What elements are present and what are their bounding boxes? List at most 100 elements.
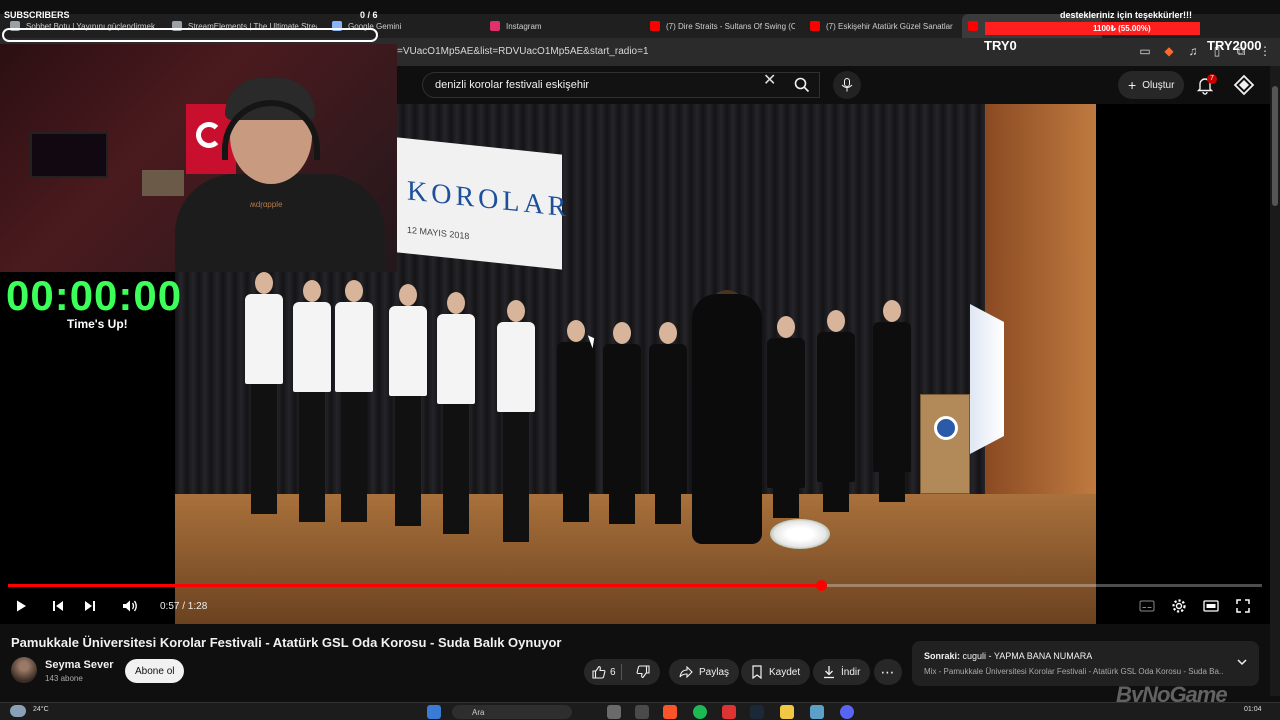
url-text[interactable]: =VUacO1Mp5AE&list=RDVUacO1Mp5AE&start_ra…: [397, 46, 649, 57]
singer-body: [603, 344, 641, 494]
chevron-down-icon: [1237, 659, 1247, 666]
windows-start-icon[interactable]: [427, 705, 441, 719]
singer-legs: [341, 392, 367, 522]
singer-head: [777, 316, 795, 338]
channel-name[interactable]: Seyma Sever: [45, 659, 114, 671]
donation-goal-value: 1100₺ (55.00%): [1093, 24, 1151, 33]
dislike-button[interactable]: [636, 665, 650, 684]
save-button[interactable]: Kaydet: [741, 659, 811, 685]
app-icon[interactable]: [722, 705, 736, 719]
brave-browser-icon[interactable]: [663, 705, 677, 719]
weather-temperature[interactable]: 24°C: [33, 706, 49, 713]
up-next-card[interactable]: Sonraki: cuguli - YAPMA BANA NUMARA Mix …: [912, 641, 1259, 686]
singer-legs: [395, 396, 421, 526]
more-actions-button[interactable]: ⋯: [874, 659, 902, 685]
share-label: Paylaş: [699, 666, 730, 678]
progress-bar[interactable]: [8, 580, 1262, 591]
singer-head: [399, 284, 417, 306]
tab-label: (7) Eskişehir Atatürk Güzel Sanatlar: [826, 21, 953, 31]
singer-body: [389, 306, 427, 396]
settings-button[interactable]: [1170, 597, 1188, 615]
singer-head: [507, 300, 525, 322]
instagram-icon: [490, 21, 500, 31]
save-label: Kaydet: [769, 666, 801, 678]
app-icon[interactable]: [810, 705, 824, 719]
singer-head: [255, 272, 273, 294]
like-button[interactable]: 6: [592, 665, 616, 679]
share-button[interactable]: Paylaş: [669, 659, 740, 685]
scrollbar-thumb[interactable]: [1272, 86, 1278, 206]
discord-icon[interactable]: [840, 705, 854, 719]
plus-icon: +: [1128, 77, 1137, 93]
background-monitor: [30, 132, 108, 178]
singer-legs: [503, 412, 529, 542]
singer-head: [883, 300, 901, 322]
screen: Sohbet Botu | Yayınını güçlendirmek Stre…: [0, 0, 1280, 720]
windows-taskbar: 24°C Ara 01:04: [0, 702, 1280, 720]
up-next-playlist: Mix - Pamukkale Üniversitesi Korolar Fes…: [924, 667, 1224, 676]
singer-head: [303, 280, 321, 302]
miniplayer-icon: [1203, 600, 1219, 612]
volume-button[interactable]: [121, 597, 139, 615]
fullscreen-button[interactable]: [1234, 597, 1252, 615]
search-icon: [794, 77, 810, 93]
singer-body: [437, 314, 475, 404]
taskbar-search[interactable]: Ara: [452, 705, 572, 719]
file-explorer-icon[interactable]: [780, 705, 794, 719]
browser-tab[interactable]: (7) Eskişehir Atatürk Güzel Sanatlar: [810, 14, 955, 38]
task-view-icon[interactable]: [607, 705, 621, 719]
page-scrollbar[interactable]: [1270, 66, 1280, 696]
video-title: Pamukkale Üniversitesi Korolar Festivali…: [11, 635, 562, 650]
spotify-icon[interactable]: [693, 705, 707, 719]
steam-icon[interactable]: [750, 705, 764, 719]
subscribers-goal-count: 0 / 6: [360, 10, 378, 20]
singer-head: [345, 280, 363, 302]
browser-tab[interactable]: (7) Dire Straits - Sultans Of Swing (C: [650, 14, 795, 38]
miniplayer-button[interactable]: [1202, 597, 1220, 615]
singer-head: [447, 292, 465, 314]
play-icon: [17, 600, 26, 612]
play-button[interactable]: [12, 597, 30, 615]
expand-button[interactable]: [1235, 655, 1249, 669]
flower-arrangement: [770, 519, 830, 549]
search-button[interactable]: [784, 72, 820, 98]
up-next-prefix: Sonraki:: [924, 651, 961, 661]
clear-search-icon[interactable]: ✕: [763, 70, 776, 90]
subscribers-goal-label: SUBSCRIBERS: [4, 10, 70, 20]
hoodie-text: ɘlqqɒɿbʍ: [250, 200, 283, 209]
singer-body: [767, 338, 805, 488]
next-button[interactable]: [81, 597, 99, 615]
youtube-icon: [650, 21, 660, 31]
channel-avatar[interactable]: [11, 657, 37, 683]
brave-shield-icon[interactable]: ◆: [1162, 44, 1176, 58]
countdown-caption: Time's Up!: [67, 317, 128, 331]
create-button[interactable]: + Oluştur: [1118, 71, 1185, 99]
like-dislike-group: 6: [584, 659, 660, 685]
previous-button[interactable]: [49, 597, 67, 615]
screen-cast-icon[interactable]: ▭: [1138, 44, 1152, 58]
singer-body: [245, 294, 283, 384]
subscribe-button[interactable]: Abone ol: [125, 659, 185, 683]
browser-tab[interactable]: Instagram: [490, 14, 610, 38]
progress-scrubber[interactable]: [815, 580, 827, 591]
search-input[interactable]: denizli korolar festivali eskişehir: [422, 72, 820, 98]
more-horizontal-icon: ⋯: [880, 663, 896, 680]
shelf: [142, 170, 184, 196]
taskbar-clock[interactable]: 01:04: [1244, 706, 1262, 713]
progress-played: [8, 584, 821, 587]
taskbar-search-label: Ara: [472, 707, 485, 717]
bookmark-icon: [752, 665, 762, 679]
share-icon: [679, 666, 693, 678]
subtitles-button[interactable]: [1138, 597, 1156, 615]
gear-icon: [1172, 599, 1186, 613]
music-icon[interactable]: ♫: [1186, 44, 1200, 58]
voice-search-button[interactable]: [833, 71, 861, 99]
account-button[interactable]: [1233, 74, 1255, 96]
singer-legs: [443, 404, 469, 534]
settings-app-icon[interactable]: [635, 705, 649, 719]
up-next-title: cuguli - YAPMA BANA NUMARA: [962, 651, 1093, 661]
download-button[interactable]: İndir: [813, 659, 871, 685]
subtitles-icon: [1139, 600, 1155, 612]
conductor: [692, 294, 762, 544]
weather-cloud-icon[interactable]: [10, 705, 26, 717]
